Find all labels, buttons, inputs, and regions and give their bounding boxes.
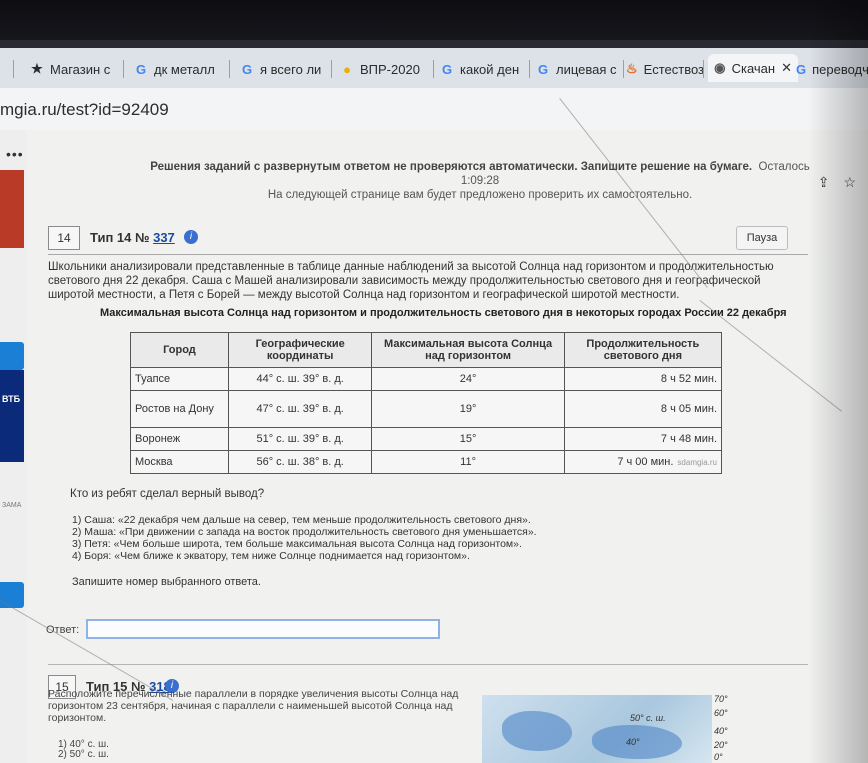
google-icon: G — [441, 61, 453, 77]
pause-button[interactable]: Пауза — [736, 226, 788, 250]
tab-9[interactable]: G переводч — [796, 58, 868, 80]
daylight-cell: 7 ч 48 мин. — [563, 427, 723, 451]
task-14-text: Школьники анализировали представленные в… — [48, 261, 774, 301]
option-2: 2) Маша: «При движении с запада на восто… — [72, 526, 537, 538]
option-2: 2) 50° с. ш. — [58, 749, 109, 760]
tab-5[interactable]: G какой ден — [440, 58, 530, 80]
table-header-row: Город Географические координаты Максимал… — [130, 332, 723, 368]
address-bar[interactable]: mgia.ru/test?id=92409 — [0, 88, 868, 131]
daylight-cell: 8 ч 52 мин. — [563, 367, 723, 391]
table-row: Воронеж 51° с. ш. 39° в. д. 15° 7 ч 48 м… — [130, 427, 723, 451]
bookmark-star-icon[interactable]: ☆ — [843, 174, 856, 190]
bookmark-icon: ★ — [31, 61, 43, 76]
sun-height-cell: 15° — [371, 427, 565, 451]
photo-frame: ★ Магазин с G дк металл G я всего ли ● В… — [0, 0, 868, 763]
menu-dots-icon[interactable]: ••• — [6, 146, 24, 162]
chrome-icon: ◉ — [714, 60, 726, 75]
observation-table: Город Географические координаты Максимал… — [130, 332, 723, 474]
question-text: Кто из ребят сделал верный вывод? — [70, 488, 265, 500]
google-icon: G — [537, 61, 549, 77]
task-type: Тип 14 № 337 — [90, 230, 175, 245]
sun-height-cell: 11° — [371, 450, 565, 474]
left-sidebar: ••• ВТБ ЗАМА — [0, 130, 26, 763]
google-icon: G — [241, 61, 253, 77]
sun-height-cell: 19° — [371, 390, 565, 428]
side-banner[interactable]: ВТБ — [0, 370, 24, 462]
url-text[interactable]: mgia.ru/test?id=92409 — [0, 100, 169, 120]
table-row: Туапсе 44° с. ш. 39° в. д. 24° 8 ч 52 ми… — [130, 367, 723, 391]
side-button-1[interactable] — [0, 342, 24, 370]
task-number: 14 — [48, 226, 80, 250]
coords-cell: 44° с. ш. 39° в. д. — [227, 367, 373, 391]
city-cell: Москва — [130, 450, 229, 474]
daylight-cell: 7 ч 00 мин. sdamgia.ru — [563, 450, 723, 474]
tab-6[interactable]: G лицевая с — [536, 58, 624, 80]
page-actions: ⇪ ☆ — [804, 174, 856, 191]
side-thumbnail[interactable] — [0, 170, 24, 248]
close-tab-icon[interactable]: ✕ — [781, 60, 792, 76]
info-icon[interactable]: i — [184, 230, 198, 244]
flame-icon: ♨ — [626, 61, 638, 76]
land-shape — [502, 711, 572, 751]
tab-7[interactable]: ♨ Естествоз — [626, 58, 704, 80]
answer-options: 1) Саша: «22 декабря чем дальше на север… — [72, 514, 537, 562]
answer-input[interactable] — [86, 619, 440, 639]
col-header: Максимальная высота Солнца над горизонто… — [371, 332, 565, 368]
task-15-text: Расположите перечисленные параллели в по… — [48, 688, 459, 724]
city-cell: Туапсе — [130, 367, 229, 391]
tab-1[interactable]: ★ Магазин с — [30, 58, 124, 80]
share-icon[interactable]: ⇪ — [818, 174, 830, 190]
table-row: Москва 56° с. ш. 38° в. д. 11° 7 ч 00 ми… — [130, 450, 723, 474]
google-icon: G — [796, 61, 807, 77]
city-cell: Ростов на Дону — [130, 390, 229, 428]
option-4: 4) Боря: «Чем ближе к экватору, тем ниже… — [72, 550, 470, 562]
coords-cell: 56° с. ш. 38° в. д. — [227, 450, 373, 474]
task-15-options: 1) 40° с. ш. 2) 50° с. ш. — [58, 740, 109, 760]
lat-label: 40° — [714, 726, 728, 736]
page-content: ••• ВТБ ЗАМА Решения заданий с развернут… — [0, 130, 868, 763]
instruction-text: Запишите номер выбранного ответа. — [72, 576, 261, 588]
map-label: 50° с. ш. — [630, 713, 666, 723]
tab-active[interactable]: ◉ Скачан ✕ — [708, 54, 798, 82]
col-header: Продолжительность светового дня — [563, 332, 723, 368]
lat-label: 60° — [714, 708, 728, 718]
map-label: 40° — [626, 737, 640, 747]
coords-cell: 51° с. ш. 39° в. д. — [227, 427, 373, 451]
side-button-2[interactable] — [0, 582, 24, 608]
watermark: sdamgia.ru — [677, 457, 717, 467]
table-title: Максимальная высота Солнца над горизонто… — [100, 307, 787, 319]
table-row: Ростов на Дону 47° с. ш. 39° в. д. 19° 8… — [130, 390, 723, 428]
option-1: 1) Саша: «22 декабря чем дальше на север… — [72, 514, 531, 526]
browser-tab-strip: ★ Магазин с G дк металл G я всего ли ● В… — [0, 48, 868, 89]
option-3: 3) Петя: «Чем больше широта, тем больше … — [72, 538, 522, 550]
lat-label: 70° — [714, 694, 728, 704]
task-14-header: 14 Тип 14 № 337 i Пауза — [48, 226, 808, 250]
tab-partial[interactable] — [0, 58, 14, 80]
col-header: Географические координаты — [227, 332, 373, 368]
google-icon: G — [135, 61, 147, 77]
tab-4[interactable]: ● ВПР-2020 — [340, 58, 434, 80]
lat-label: 20° — [714, 740, 728, 750]
divider — [48, 664, 808, 665]
notice-text: Решения заданий с развернутым ответом не… — [150, 161, 810, 201]
col-header: Город — [130, 332, 229, 368]
map-image: 50° с. ш. 40° — [482, 695, 712, 763]
task-id-link[interactable]: 337 — [153, 230, 175, 245]
daylight-cell: 8 ч 05 мин. — [563, 390, 723, 428]
city-cell: Воронеж — [130, 427, 229, 451]
coords-cell: 47° с. ш. 39° в. д. — [227, 390, 373, 428]
tab-3[interactable]: G я всего ли — [240, 58, 332, 80]
star-badge-icon: ● — [343, 61, 351, 77]
tab-2[interactable]: G дк металл — [134, 58, 230, 80]
divider — [48, 254, 808, 255]
side-label: ЗАМА — [2, 502, 22, 509]
sun-height-cell: 24° — [371, 367, 565, 391]
lat-label: 0° — [714, 752, 723, 762]
